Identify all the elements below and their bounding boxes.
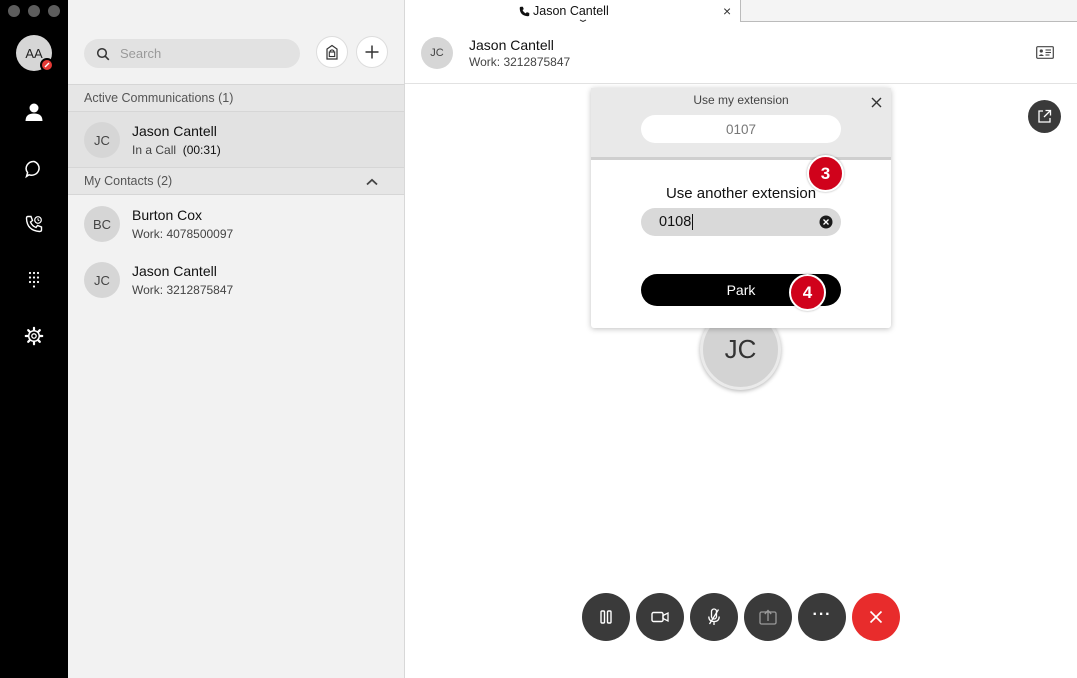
mute-button[interactable]	[690, 593, 738, 641]
call-status-text: In a Call	[132, 143, 177, 157]
my-extension-section: Use my extension 0107	[591, 88, 891, 160]
hold-icon	[600, 610, 612, 624]
dialpad-nav-icon[interactable]	[18, 264, 50, 296]
my-extension-title: Use my extension	[693, 93, 789, 107]
lock-contact-icon	[326, 44, 338, 60]
call-duration: (00:31)	[182, 143, 221, 157]
search-icon	[96, 47, 110, 60]
clear-input-icon[interactable]	[819, 215, 833, 229]
popout-icon	[1038, 109, 1052, 123]
caller-name: Jason Cantell	[469, 37, 554, 53]
left-rail: AA	[0, 0, 68, 678]
call-history-nav-icon[interactable]	[18, 208, 50, 240]
contact-card-button[interactable]	[316, 36, 348, 68]
park-dialog: Use my extension 0107 Use another extens…	[591, 88, 891, 328]
avatar-initials: JC	[94, 132, 110, 148]
plus-icon	[365, 45, 379, 59]
avatar-initials: BC	[92, 216, 112, 232]
more-icon: ···	[812, 606, 832, 623]
my-avatar[interactable]: AA	[16, 35, 54, 72]
text-caret	[692, 214, 694, 230]
share-button[interactable]	[744, 593, 792, 641]
close-icon[interactable]	[871, 97, 882, 108]
contacts-nav-icon[interactable]	[18, 96, 50, 128]
contact-detail: Work: 4078500097	[132, 227, 234, 241]
end-call-icon	[869, 610, 883, 624]
contacts-panel: Active Communications (1) JC Jason Cante…	[68, 0, 405, 678]
list-item[interactable]: JC Jason Cantell Work: 3212875847	[68, 252, 404, 308]
contact-name: Jason Cantell	[132, 263, 217, 279]
avatar: BC	[84, 206, 120, 242]
my-initials: AA	[25, 45, 43, 61]
avatar-initials: JC	[94, 272, 110, 288]
window-minimize-control[interactable]	[28, 5, 40, 17]
chat-nav-icon[interactable]	[18, 153, 50, 185]
my-extension-value: 0107	[725, 121, 757, 137]
tab-strip-empty	[740, 0, 1077, 22]
step-number: 4	[802, 282, 813, 302]
contact-name: Jason Cantell	[132, 123, 217, 139]
search-input[interactable]	[120, 46, 280, 61]
step-badge: 4	[789, 274, 826, 311]
share-screen-icon	[759, 609, 777, 625]
more-button[interactable]: ···	[798, 593, 846, 641]
window-zoom-control[interactable]	[48, 5, 60, 17]
active-communications-header: Active Communications (1)	[68, 84, 404, 112]
phone-icon	[519, 6, 530, 16]
avatar: JC	[84, 262, 120, 298]
add-button[interactable]	[356, 36, 388, 68]
end-call-button[interactable]	[852, 593, 900, 641]
my-contacts-header[interactable]: My Contacts (2)	[68, 167, 404, 195]
search-box[interactable]	[84, 39, 300, 68]
active-call-row[interactable]: JC Jason Cantell In a Call (00:31)	[68, 112, 404, 167]
window-close-control[interactable]	[8, 5, 20, 17]
chevron-up-icon[interactable]	[366, 178, 378, 186]
presence-badge-icon	[40, 58, 54, 72]
another-extension-input[interactable]: 0108	[659, 214, 691, 230]
list-item[interactable]: BC Burton Cox Work: 4078500097	[68, 196, 404, 252]
park-button-label: Park	[726, 282, 756, 298]
another-extension-title: Use another extension	[665, 185, 817, 202]
call-header: JC Jason Cantell Work: 3212875847	[405, 22, 1077, 84]
caller-detail: Work: 3212875847	[469, 55, 571, 69]
contact-card-icon[interactable]	[1036, 46, 1054, 59]
step-badge: 3	[807, 155, 844, 192]
avatar-initials: JC	[724, 334, 757, 364]
video-button[interactable]	[636, 593, 684, 641]
settings-gear-icon[interactable]	[18, 320, 50, 352]
tab-close-icon[interactable]: ×	[723, 3, 731, 19]
contact-detail: Work: 3212875847	[132, 283, 234, 297]
avatar: JC	[421, 37, 453, 69]
call-status: In a Call (00:31)	[132, 143, 221, 157]
my-extension-button[interactable]: 0107	[641, 115, 841, 143]
step-number: 3	[820, 163, 831, 183]
another-extension-field[interactable]: 0108	[641, 208, 841, 236]
mute-icon	[708, 608, 720, 625]
tab-title: Jason Cantell	[533, 4, 609, 18]
avatar-initials: JC	[430, 47, 444, 59]
popout-button[interactable]	[1028, 100, 1061, 133]
active-communications-label: Active Communications (1)	[84, 91, 234, 105]
call-tab[interactable]: Jason Cantell ×	[405, 0, 740, 33]
contact-name: Burton Cox	[132, 207, 203, 223]
avatar: JC	[84, 122, 120, 158]
my-contacts-label: My Contacts (2)	[84, 174, 173, 188]
hold-button[interactable]	[582, 593, 630, 641]
video-icon	[651, 611, 669, 623]
